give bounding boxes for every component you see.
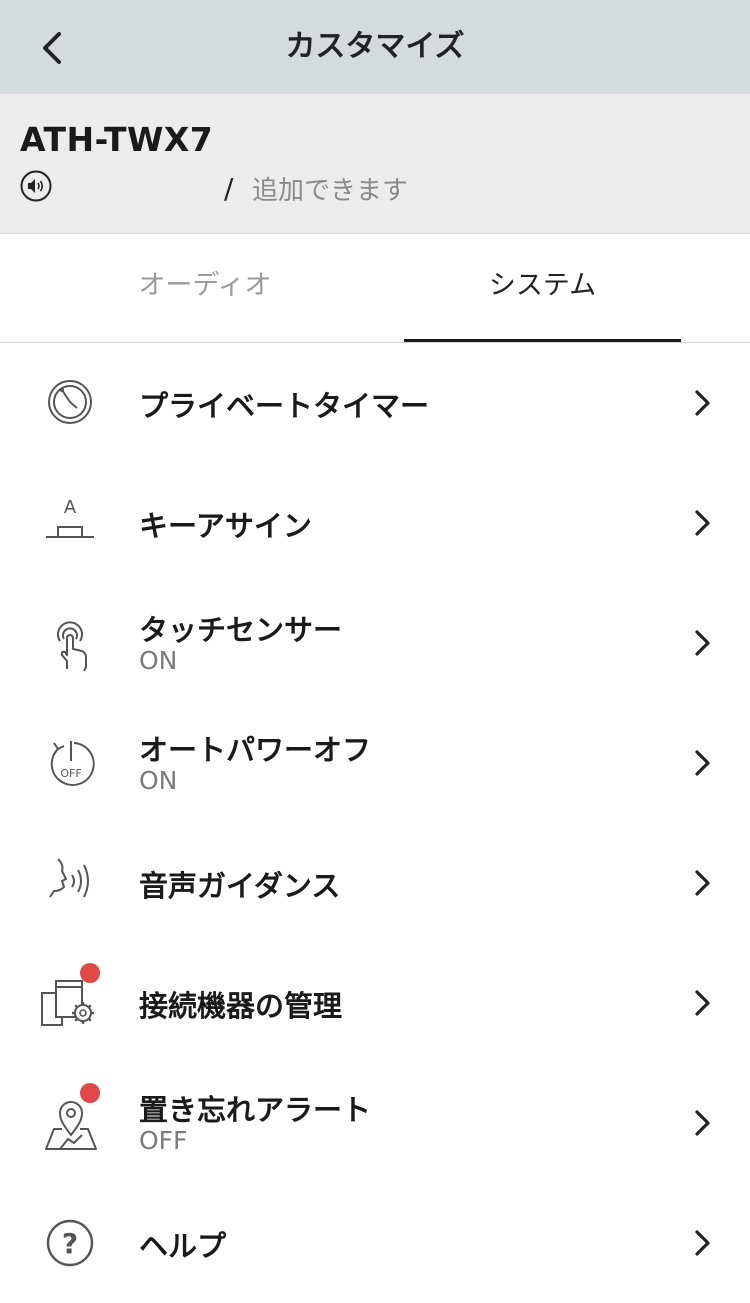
menu-item-private-timer[interactable]: プライベートタイマー: [0, 343, 750, 463]
top-bar: カスタマイズ: [0, 0, 750, 94]
svg-text:?: ?: [62, 1227, 78, 1260]
private-timer-icon: [48, 380, 92, 424]
svg-text:OFF: OFF: [60, 767, 81, 780]
voice-guidance-icon: [49, 858, 89, 898]
speaker-icon: [20, 170, 52, 202]
chevron-right-icon: [695, 390, 710, 416]
back-button[interactable]: [28, 24, 76, 72]
menu-item-key-assign[interactable]: A キーアサイン: [0, 463, 750, 583]
chevron-right-icon: [695, 750, 710, 776]
help-icon: ?: [46, 1219, 94, 1267]
device-info-bar: ATH-TWX7 / 追加できます: [0, 94, 750, 234]
menu-item-lost-alert[interactable]: 置き忘れアラート OFF: [0, 1063, 750, 1183]
menu-item-connected-devices[interactable]: 接続機器の管理: [0, 943, 750, 1063]
menu-label: 音声ガイダンス: [139, 869, 341, 903]
auto-power-off-icon: OFF: [50, 741, 95, 786]
notification-badge: [80, 1083, 100, 1103]
menu-item-voice-guidance[interactable]: 音声ガイダンス: [0, 823, 750, 943]
menu-label: 接続機器の管理: [139, 989, 343, 1023]
chevron-right-icon: [695, 510, 710, 536]
menu-label: キーアサイン: [139, 509, 312, 543]
menu-label: ヘルプ: [139, 1229, 227, 1263]
chevron-right-icon: [695, 630, 710, 656]
tab-system[interactable]: システム: [404, 234, 681, 342]
chevron-right-icon: [695, 990, 710, 1016]
touch-sensor-icon: [57, 621, 87, 672]
menu-label: 置き忘れアラート: [139, 1093, 372, 1127]
menu-item-touch-sensor[interactable]: タッチセンサー ON: [0, 583, 750, 703]
chevron-left-icon: [43, 32, 61, 64]
menu-value: ON: [139, 766, 178, 795]
chevron-right-icon: [695, 1230, 710, 1256]
tab-bar: オーディオ システム: [0, 234, 750, 343]
tab-selected-underline: [404, 339, 681, 342]
menu-value: OFF: [139, 1126, 188, 1155]
add-device-hint[interactable]: 追加できます: [252, 170, 408, 207]
device-name: ATH-TWX7: [20, 120, 214, 159]
menu-item-help[interactable]: ? ヘルプ: [0, 1183, 750, 1303]
menu-label: タッチセンサー: [139, 613, 343, 647]
separator-slash: /: [224, 172, 234, 205]
chevron-right-icon: [695, 1110, 710, 1136]
notification-badge: [80, 963, 100, 983]
page-title: カスタマイズ: [285, 29, 465, 64]
menu-value: ON: [139, 646, 178, 675]
key-assign-icon: A: [46, 497, 94, 538]
svg-text:A: A: [64, 497, 77, 518]
menu-label: オートパワーオフ: [139, 733, 372, 767]
tab-audio[interactable]: オーディオ: [32, 234, 378, 342]
chevron-right-icon: [695, 870, 710, 896]
menu-label: プライベートタイマー: [139, 389, 430, 423]
menu-item-auto-power-off[interactable]: OFF オートパワーオフ ON: [0, 703, 750, 823]
